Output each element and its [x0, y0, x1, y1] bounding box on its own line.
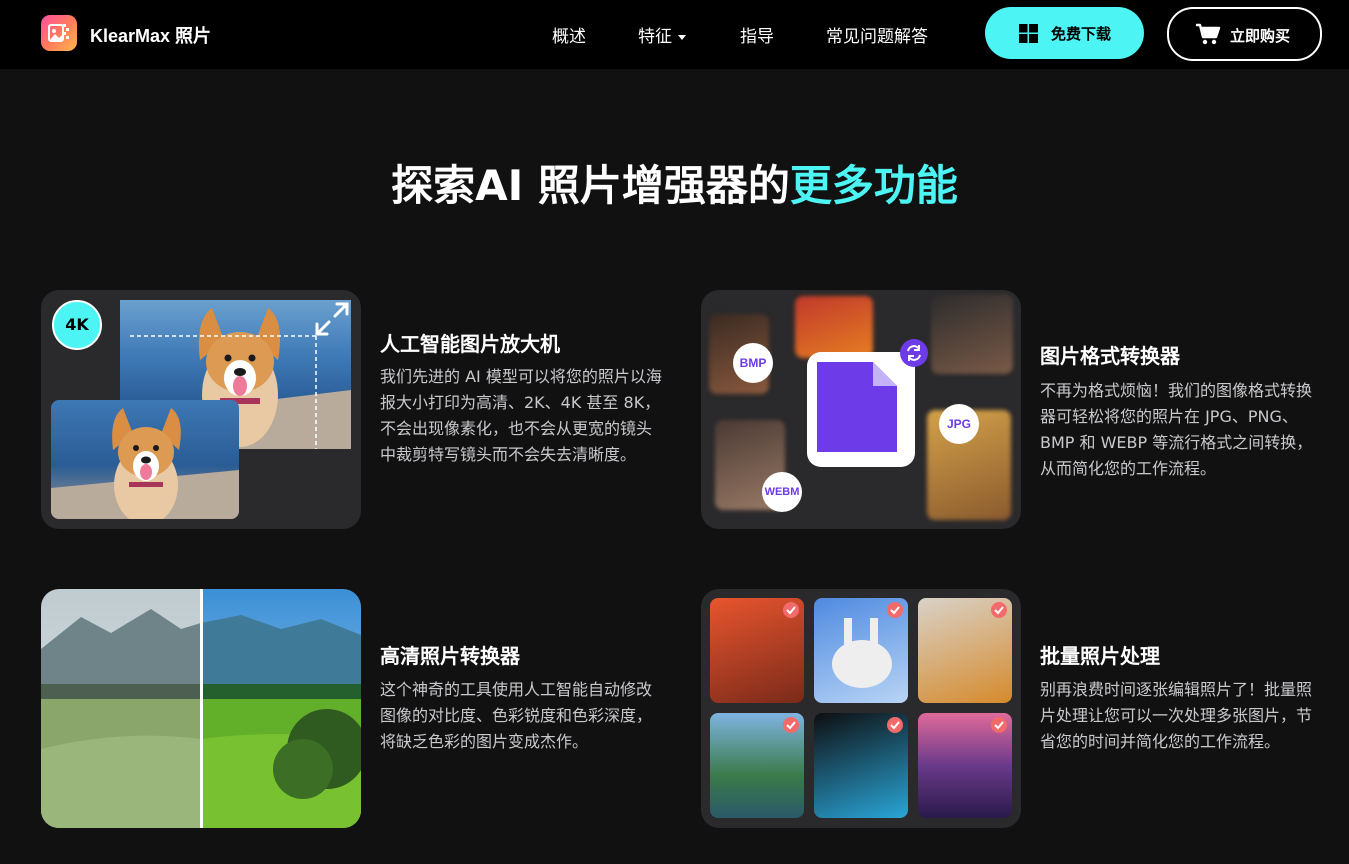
blurred-photo [795, 296, 873, 358]
caret-down-icon [678, 34, 686, 40]
card-hd-title: 高清照片转换器 [380, 644, 520, 668]
bmp-format-badge: BMP [733, 343, 773, 383]
card-batch-desc: 别再浪费时间逐张编辑照片了！批量照片处理让您可以一次处理多张图片，节省您的时间并… [1040, 680, 1313, 751]
blurred-photo [931, 294, 1013, 374]
batch-photo-6 [918, 713, 1012, 818]
buy-label: 立即购买 [1230, 27, 1291, 45]
checkmark-icon [887, 717, 903, 733]
nav-features[interactable]: 特征 [638, 22, 686, 47]
batch-photo-3 [918, 598, 1012, 703]
section-title-accent: 更多功能 [789, 161, 958, 210]
nav-guide[interactable]: 指导 [740, 22, 774, 47]
nav-overview[interactable]: 概述 [552, 22, 586, 47]
nav-faq[interactable]: 常见问题解答 [826, 22, 928, 47]
hd-converter-image [41, 589, 361, 828]
batch-photo-1 [710, 598, 804, 703]
webm-format-badge: WEBM [762, 472, 802, 512]
brand-name[interactable]: KlearMax 照片 [90, 22, 211, 48]
batch-photo-2 [814, 598, 908, 703]
section-title: 探索AI 照片增强器的更多功能 [0, 152, 1349, 213]
batch-photo-4 [710, 713, 804, 818]
format-converter-image: PNG BMP JPG WEBM [701, 290, 1021, 529]
buy-now-button[interactable]: 立即购买 [1167, 7, 1322, 61]
card-hd-desc: 这个神奇的工具使用人工智能自动修改图像的对比度、色彩锐度和色彩深度，将缺乏色彩的… [380, 680, 653, 751]
batch-processing-image [701, 589, 1021, 828]
4k-badge: 4K [52, 300, 102, 350]
site-header: KlearMax 照片 概述 特征 指导 常见问题解答 免费下载 立即购买 [0, 0, 1349, 69]
download-label: 免费下载 [1051, 25, 1112, 43]
card-upscaler-desc: 我们先进的 AI 模型可以将您的照片以海报大小打印为高清、2K、4K 甚至 8K… [380, 367, 662, 464]
card-converter-desc: 不再为格式烦恼！我们的图像格式转换器可轻松将您的照片在 JPG、PNG、BMP … [1040, 381, 1313, 478]
batch-photo-5 [814, 713, 908, 818]
windows-icon [1019, 24, 1038, 43]
checkmark-icon [991, 602, 1007, 618]
nav-features-label: 特征 [638, 27, 672, 47]
card-converter-title: 图片格式转换器 [1040, 344, 1180, 368]
png-file-icon: PNG [807, 352, 915, 467]
logo-icon[interactable] [41, 15, 77, 51]
convert-refresh-icon [900, 339, 928, 367]
upscaler-image: 4K [41, 290, 361, 529]
dog-photo-small [51, 400, 239, 519]
expand-arrows-icon [315, 302, 349, 336]
jpg-format-badge: JPG [939, 404, 979, 444]
card-upscaler-title: 人工智能图片放大机 [380, 332, 560, 356]
download-button[interactable]: 免费下载 [985, 7, 1144, 59]
cart-icon [1196, 23, 1221, 45]
checkmark-icon [783, 717, 799, 733]
png-label: PNG [837, 410, 885, 435]
checkmark-icon [991, 717, 1007, 733]
checkmark-icon [887, 602, 903, 618]
section-title-main: 探索AI 照片增强器的 [391, 161, 790, 210]
card-batch-title: 批量照片处理 [1040, 644, 1160, 668]
checkmark-icon [783, 602, 799, 618]
